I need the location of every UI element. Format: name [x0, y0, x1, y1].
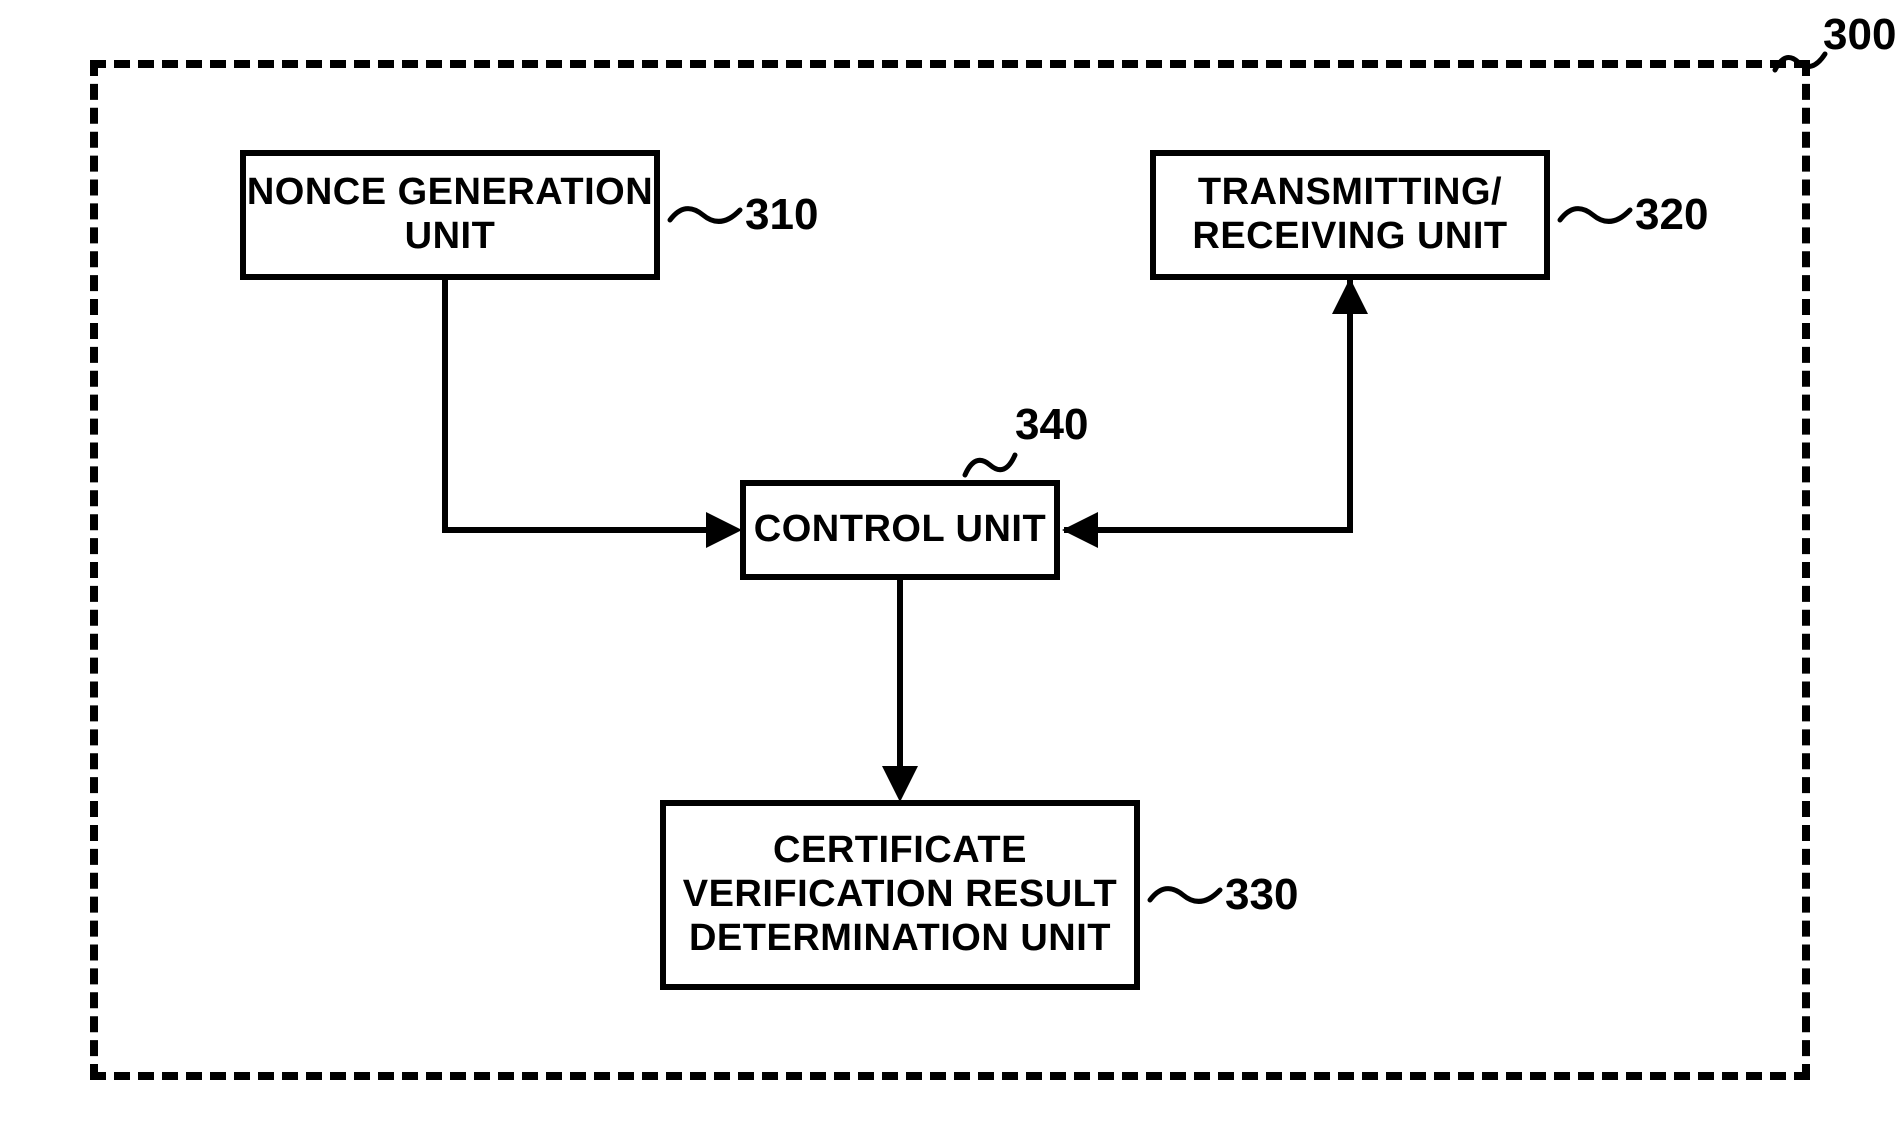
nonce-ref-label: 310 — [745, 190, 818, 240]
cert-ref-label: 330 — [1225, 870, 1298, 920]
container-ref-label: 300 — [1823, 10, 1896, 60]
transmitting-receiving-unit: TRANSMITTING/ RECEIVING UNIT — [1150, 150, 1550, 280]
nonce-generation-unit: NONCE GENERATION UNIT — [240, 150, 660, 280]
diagram-canvas: 300 NONCE GENERATION UNIT 310 TRANSMITTI… — [0, 0, 1899, 1132]
control-ref-label: 340 — [1015, 400, 1088, 450]
txrx-label: TRANSMITTING/ RECEIVING UNIT — [1192, 171, 1507, 258]
control-unit: CONTROL UNIT — [740, 480, 1060, 580]
certificate-verification-unit: CERTIFICATE VERIFICATION RESULT DETERMIN… — [660, 800, 1140, 990]
txrx-ref-label: 320 — [1635, 190, 1708, 240]
cert-label: CERTIFICATE VERIFICATION RESULT DETERMIN… — [683, 829, 1118, 960]
control-label: CONTROL UNIT — [754, 508, 1046, 552]
nonce-label: NONCE GENERATION UNIT — [247, 171, 653, 258]
